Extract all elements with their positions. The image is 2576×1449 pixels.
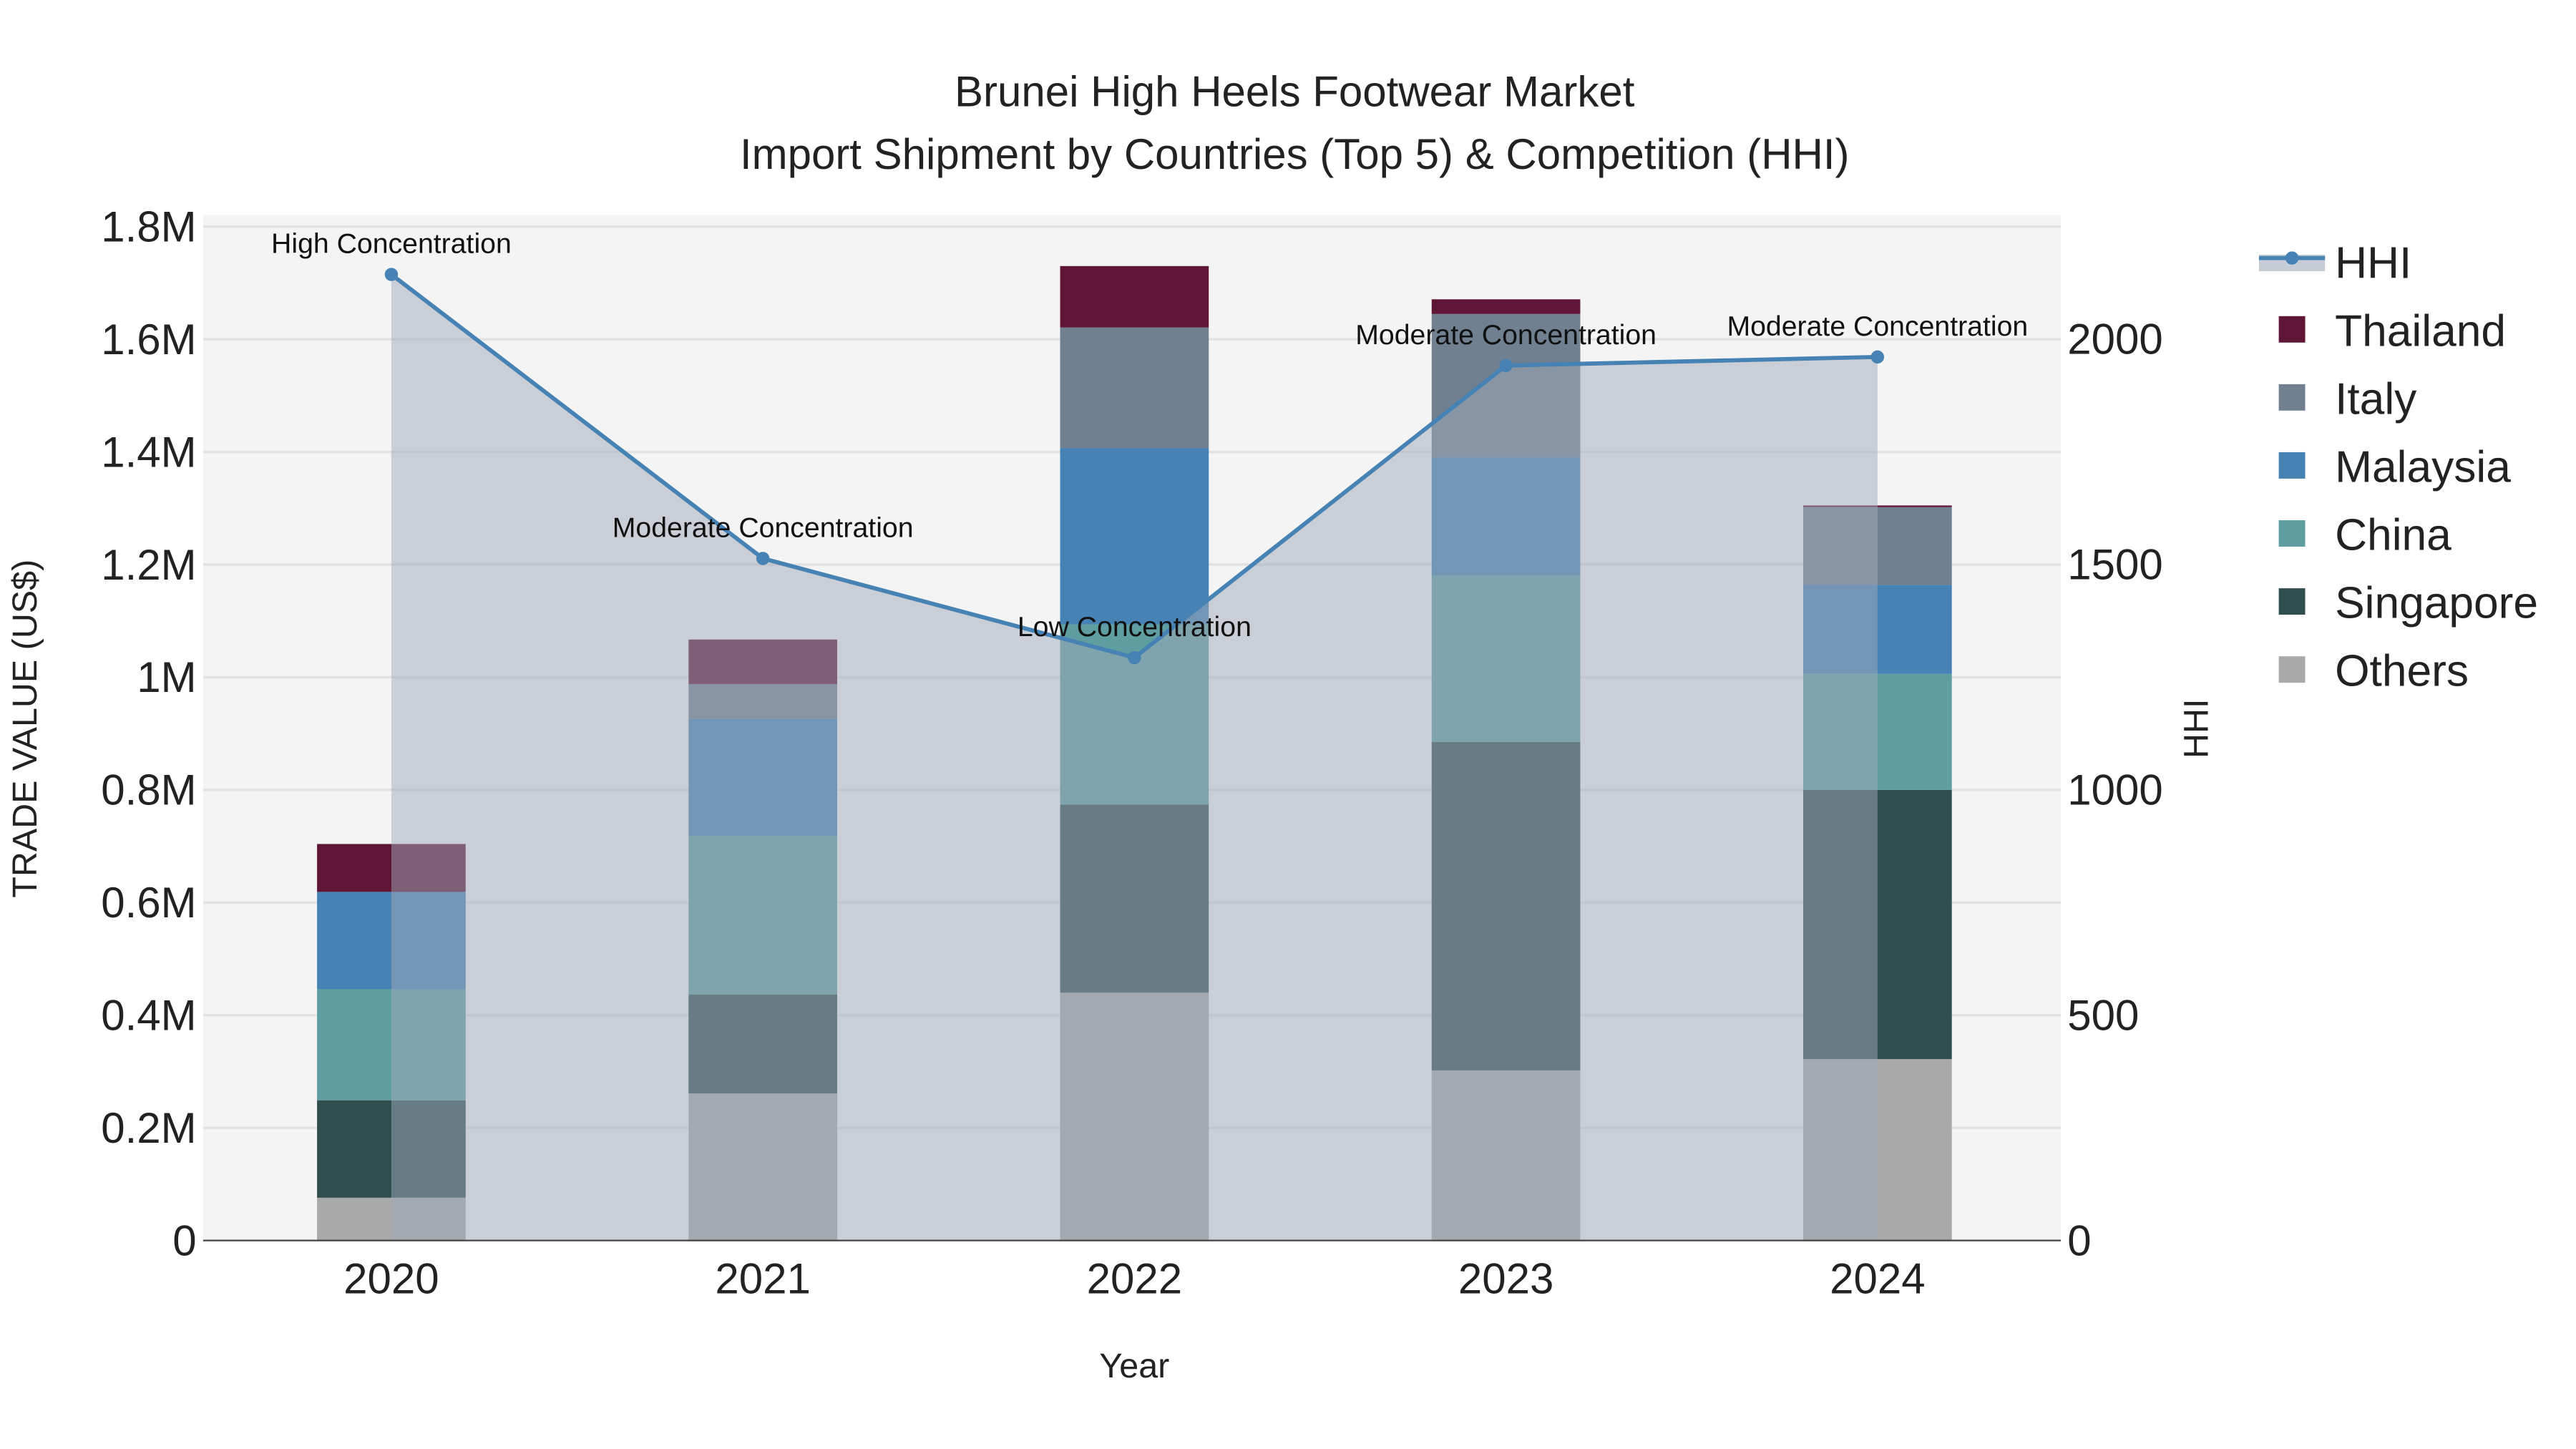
legend-swatch-italy (2278, 384, 2306, 411)
chart: High Concentration Moderate Concentration… (6, 67, 2538, 1385)
legend-swatch-malaysia (2278, 452, 2306, 479)
legend-hhi-marker (2285, 251, 2299, 265)
bar-thailand (1060, 265, 1209, 328)
legend-label: Thailand (2335, 306, 2506, 356)
hhi-point (1499, 358, 1513, 373)
y-tick-label: 0.6M (101, 879, 196, 927)
chart-title-line2: Import Shipment by Countries (Top 5) & C… (740, 130, 1850, 178)
legend-swatch-thailand (2278, 316, 2306, 343)
hhi-point (1128, 650, 1141, 665)
y2-tick-label: 0 (2067, 1216, 2091, 1264)
y-tick-label: 0.8M (101, 766, 196, 814)
x-axis-title: Year (1099, 1347, 1169, 1385)
legend-label: Malaysia (2335, 443, 2511, 492)
legend-label: Italy (2335, 374, 2417, 424)
hhi-annotation: Moderate Concentration (1355, 319, 1657, 351)
hhi-annotation: Low Concentration (1018, 611, 1252, 643)
x-tick-label: 2022 (1087, 1255, 1182, 1303)
hhi-point (1870, 350, 1885, 364)
legend-label: China (2335, 511, 2451, 560)
y2-tick-label: 1500 (2067, 540, 2162, 588)
y-tick-label: 1.8M (101, 203, 196, 251)
y-tick-label: 0.4M (101, 992, 196, 1040)
x-tick-label: 2024 (1830, 1255, 1925, 1303)
bar-italy (1060, 327, 1209, 449)
y-tick-label: 1.6M (101, 316, 196, 364)
legend-swatch-singapore (2278, 588, 2306, 615)
x-tick-label: 2020 (343, 1255, 439, 1303)
hhi-point (384, 268, 399, 281)
x-tick-label: 2023 (1458, 1255, 1553, 1303)
y2-tick-label: 500 (2067, 991, 2139, 1039)
legend-swatch-others (2278, 656, 2306, 683)
y-tick-label: 1.2M (101, 541, 196, 589)
legend: HHI Thailand Italy Malaysia China Singapore Ot… (2258, 238, 2538, 696)
chart-title-line1: Brunei High Heels Footwear Market (955, 67, 1635, 115)
x-tick-label: 2021 (715, 1255, 810, 1303)
legend-label: Singapore (2335, 579, 2538, 628)
y-tick-label: 0 (172, 1216, 196, 1264)
hhi-annotation: Moderate Concentration (1727, 311, 2028, 342)
y2-tick-label: 2000 (2067, 315, 2162, 363)
y-tick-label: 1M (137, 653, 196, 701)
legend-label: HHI (2335, 238, 2411, 288)
y-tick-label: 1.4M (101, 428, 196, 476)
y2-tick-label: 1000 (2067, 766, 2162, 814)
legend-swatch-china (2278, 520, 2306, 547)
legend-label: Others (2335, 647, 2469, 696)
bar-thailand (1431, 299, 1581, 314)
bar-malaysia (1060, 448, 1209, 625)
y-axis-title: TRADE VALUE (US$) (6, 560, 44, 898)
y2-axis-title: HHI (2177, 699, 2215, 758)
hhi-annotation: Moderate Concentration (613, 512, 914, 543)
hhi-annotation: High Concentration (271, 228, 512, 260)
hhi-point (756, 552, 770, 565)
y-tick-label: 0.2M (101, 1104, 196, 1152)
